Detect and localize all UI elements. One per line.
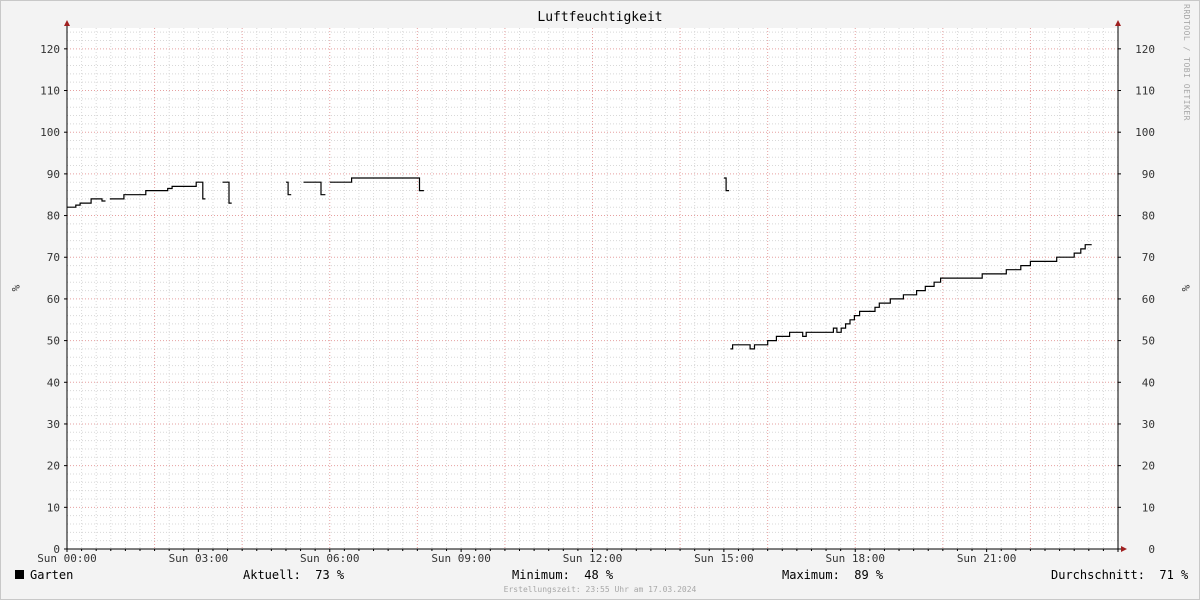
- creation-time: Erstellungszeit: 23:55 Uhr am 17.03.2024: [503, 585, 697, 594]
- legend-current: Aktuell: 73 %: [243, 568, 344, 582]
- legend-max-label: Maximum:: [782, 568, 840, 582]
- legend-current-label: Aktuell:: [243, 568, 301, 582]
- x-tick-label: Sun 18:00: [825, 552, 885, 565]
- y-axis-label-left: %: [9, 285, 22, 292]
- legend-maximum: Maximum: 89 %: [782, 568, 883, 582]
- y-tick-label-left: 70: [47, 251, 60, 264]
- chart-svg: 0 010 1020 2030 3040 4050 5060 6070 7080 8090 9010…: [9, 20, 1192, 565]
- x-tick-label: Sun 21:00: [957, 552, 1017, 565]
- y-axis-label-right: %: [1179, 285, 1192, 292]
- y-tick-label-left: 50: [47, 335, 60, 348]
- y-tick-label-right: 90: [1142, 168, 1155, 181]
- y-axis-right-arrow: [1115, 20, 1121, 26]
- y-tick-label-left: 110: [40, 85, 60, 98]
- legend-swatch: [15, 570, 24, 579]
- y-tick-label-left: 60: [47, 293, 60, 306]
- x-tick-label: Sun 12:00: [563, 552, 623, 565]
- x-tick-label: Sun 06:00: [300, 552, 360, 565]
- legend-avg-label: Durchschnitt:: [1051, 568, 1145, 582]
- y-axis-left-arrow: [64, 20, 70, 26]
- y-tick-label-left: 40: [47, 376, 60, 389]
- y-tick-label-left: 100: [40, 126, 60, 139]
- y-tick-label-right: 40: [1142, 376, 1155, 389]
- y-tick-label-right: 80: [1142, 210, 1155, 223]
- y-tick-label-left: 10: [47, 501, 60, 514]
- legend-max-value: 89 %: [854, 568, 884, 582]
- legend-min-label: Minimum:: [512, 568, 570, 582]
- y-tick-label-right: 20: [1142, 460, 1155, 473]
- x-tick-label: Sun 09:00: [431, 552, 491, 565]
- y-tick-label-left: 90: [47, 168, 60, 181]
- y-tick-label-left: 120: [40, 43, 60, 56]
- legend-series-name: Garten: [30, 568, 74, 582]
- x-axis-arrow: [1121, 546, 1127, 552]
- y-tick-label-left: 80: [47, 210, 60, 223]
- legend-minimum: Minimum: 48 %: [512, 568, 613, 582]
- y-tick-label-right: 60: [1142, 293, 1155, 306]
- x-tick-label: Sun 15:00: [694, 552, 754, 565]
- y-tick-label-left: 20: [47, 460, 60, 473]
- legend-min-value: 48 %: [584, 568, 614, 582]
- y-tick-label-right: 50: [1142, 335, 1155, 348]
- y-tick-label-right: 120: [1135, 43, 1155, 56]
- legend-avg-value: 71 %: [1159, 568, 1189, 582]
- y-tick-label-right: 110: [1135, 85, 1155, 98]
- y-tick-label-right: 30: [1142, 418, 1155, 431]
- y-tick-label-left: 30: [47, 418, 60, 431]
- y-tick-label-right: 100: [1135, 126, 1155, 139]
- x-tick-label: Sun 03:00: [169, 552, 229, 565]
- legend-average: Durchschnitt: 71 %: [1051, 568, 1188, 582]
- y-tick-label-right: 0: [1148, 543, 1155, 556]
- legend-current-value: 73 %: [315, 568, 345, 582]
- y-tick-label-right: 10: [1142, 501, 1155, 514]
- x-tick-label: Sun 00:00: [37, 552, 97, 565]
- y-tick-label-right: 70: [1142, 251, 1155, 264]
